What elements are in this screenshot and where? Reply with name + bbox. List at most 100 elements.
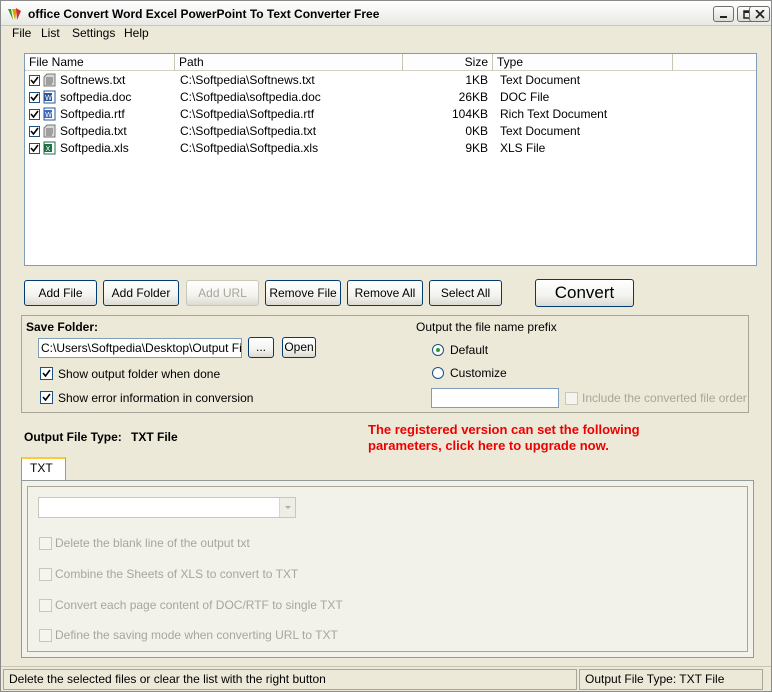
prefix-default-label: Default — [450, 343, 489, 357]
file-path: C:\Softpedia\softpedia.doc — [180, 90, 321, 104]
tab-txt[interactable]: TXT — [21, 457, 66, 481]
url-saving-mode-checkbox[interactable] — [39, 629, 52, 642]
title-bar: office Convert Word Excel PowerPoint To … — [1, 1, 771, 26]
output-type-label: Output File Type: — [24, 430, 122, 444]
row-checkbox[interactable] — [29, 109, 40, 120]
file-path: C:\Softpedia\Softnews.txt — [180, 73, 315, 87]
delete-blank-line-checkbox[interactable] — [39, 537, 52, 550]
combine-sheets-label: Combine the Sheets of XLS to convert to … — [55, 567, 299, 581]
upgrade-link[interactable]: The registered version can set the follo… — [368, 422, 698, 454]
url-saving-mode-label: Define the saving mode when converting U… — [55, 628, 338, 642]
include-order-label: Include the converted file order — [582, 391, 747, 405]
prefix-customize-radio[interactable] — [432, 367, 444, 379]
file-size: 104KB — [451, 107, 488, 121]
convert-button[interactable]: Convert — [535, 279, 634, 307]
row-checkbox[interactable] — [29, 126, 40, 137]
file-name: Softpedia.rtf — [60, 107, 125, 121]
show-output-folder-checkbox[interactable] — [40, 367, 53, 380]
file-name: softpedia.doc — [60, 90, 132, 104]
file-name: Softpedia.xls — [60, 141, 129, 155]
remove-all-button[interactable]: Remove All — [347, 280, 423, 306]
table-row[interactable]: Softpedia.txt C:\Softpedia\Softpedia.txt… — [25, 123, 756, 140]
txt-options-select[interactable] — [38, 497, 296, 518]
menu-bar: File List Settings Help — [1, 26, 771, 43]
column-size[interactable]: Size — [403, 54, 493, 71]
page-to-single-txt-checkbox[interactable] — [39, 599, 52, 612]
add-folder-button[interactable]: Add Folder — [103, 280, 179, 306]
excel-file-icon: X — [43, 141, 56, 155]
table-row[interactable]: Softnews.txt C:\Softpedia\Softnews.txt 1… — [25, 72, 756, 89]
open-folder-button[interactable]: Open — [282, 337, 316, 358]
remove-file-button[interactable]: Remove File — [265, 280, 341, 306]
close-icon — [755, 10, 765, 19]
file-type: DOC File — [500, 90, 550, 104]
file-size: 26KB — [458, 90, 488, 104]
file-size: 0KB — [465, 124, 488, 138]
show-output-folder-label: Show output folder when done — [58, 367, 221, 381]
status-hint: Delete the selected files or clear the l… — [3, 669, 577, 690]
menu-settings[interactable]: Settings — [72, 26, 115, 40]
menu-file[interactable]: File — [12, 26, 31, 40]
status-bar: Delete the selected files or clear the l… — [1, 666, 771, 691]
output-type-value: TXT File — [131, 430, 178, 444]
txt-options-frame: Delete the blank line of the output txt … — [27, 486, 748, 652]
table-row[interactable]: W Softpedia.rtf C:\Softpedia\Softpedia.r… — [25, 106, 756, 123]
svg-text:W: W — [45, 94, 52, 102]
select-all-button[interactable]: Select All — [429, 280, 502, 306]
show-error-info-label: Show error information in conversion — [58, 391, 254, 405]
prefix-custom-input[interactable] — [431, 388, 559, 408]
app-logo-icon — [8, 8, 21, 20]
svg-text:W: W — [45, 111, 52, 119]
column-type[interactable]: Type — [493, 54, 673, 71]
add-file-button[interactable]: Add File — [24, 280, 97, 306]
row-checkbox[interactable] — [29, 92, 40, 103]
add-url-button[interactable]: Add URL — [186, 280, 259, 306]
file-path: C:\Softpedia\Softpedia.rtf — [180, 107, 315, 121]
row-checkbox[interactable] — [29, 75, 40, 86]
word-file-icon: W — [43, 90, 56, 104]
file-type: Text Document — [500, 124, 581, 138]
file-type: XLS File — [500, 141, 546, 155]
prefix-customize-label: Customize — [450, 366, 507, 380]
table-row[interactable]: X Softpedia.xls C:\Softpedia\Softpedia.x… — [25, 140, 756, 157]
row-checkbox[interactable] — [29, 143, 40, 154]
minimize-button[interactable] — [713, 6, 734, 22]
file-name: Softpedia.txt — [60, 124, 127, 138]
chevron-down-icon[interactable] — [279, 498, 295, 517]
file-list[interactable]: File Name Path Size Type Softnews.txt C:… — [24, 53, 757, 266]
file-path: C:\Softpedia\Softpedia.xls — [180, 141, 319, 155]
window-title: office Convert Word Excel PowerPoint To … — [28, 7, 380, 21]
menu-list[interactable]: List — [41, 26, 60, 40]
combine-sheets-checkbox[interactable] — [39, 568, 52, 581]
file-name: Softnews.txt — [60, 73, 126, 87]
show-error-info-checkbox[interactable] — [40, 391, 53, 404]
txt-options-panel: Delete the blank line of the output txt … — [21, 480, 754, 658]
column-file-name[interactable]: File Name — [25, 54, 175, 71]
file-path: C:\Softpedia\Softpedia.txt — [180, 124, 317, 138]
rtf-file-icon: W — [43, 107, 56, 121]
menu-help[interactable]: Help — [124, 26, 149, 40]
table-row[interactable]: W softpedia.doc C:\Softpedia\softpedia.d… — [25, 89, 756, 106]
include-order-checkbox[interactable] — [565, 392, 578, 405]
file-size: 1KB — [465, 73, 488, 87]
delete-blank-line-label: Delete the blank line of the output txt — [55, 536, 250, 550]
prefix-default-radio[interactable] — [432, 344, 444, 356]
close-button[interactable] — [749, 6, 770, 22]
file-type: Text Document — [500, 73, 581, 87]
save-folder-label: Save Folder: — [26, 320, 99, 334]
svg-text:X: X — [46, 145, 51, 153]
file-size: 9KB — [465, 141, 488, 155]
browse-button[interactable]: ... — [248, 337, 274, 358]
file-list-header: File Name Path Size Type — [25, 54, 756, 71]
text-file-icon — [43, 73, 56, 87]
text-file-icon — [43, 124, 56, 138]
page-to-single-txt-label: Convert each page content of DOC/RTF to … — [55, 598, 343, 612]
save-folder-input[interactable]: C:\Users\Softpedia\Desktop\Output Files — [38, 338, 242, 358]
prefix-label: Output the file name prefix — [416, 320, 557, 334]
file-type: Rich Text Document — [500, 107, 608, 121]
save-folder-group: Save Folder: C:\Users\Softpedia\Desktop\… — [21, 315, 749, 413]
column-path[interactable]: Path — [175, 54, 403, 71]
minimize-icon — [720, 16, 727, 18]
app-window: office Convert Word Excel PowerPoint To … — [0, 0, 772, 692]
status-output-type: Output File Type: TXT File — [579, 669, 763, 690]
